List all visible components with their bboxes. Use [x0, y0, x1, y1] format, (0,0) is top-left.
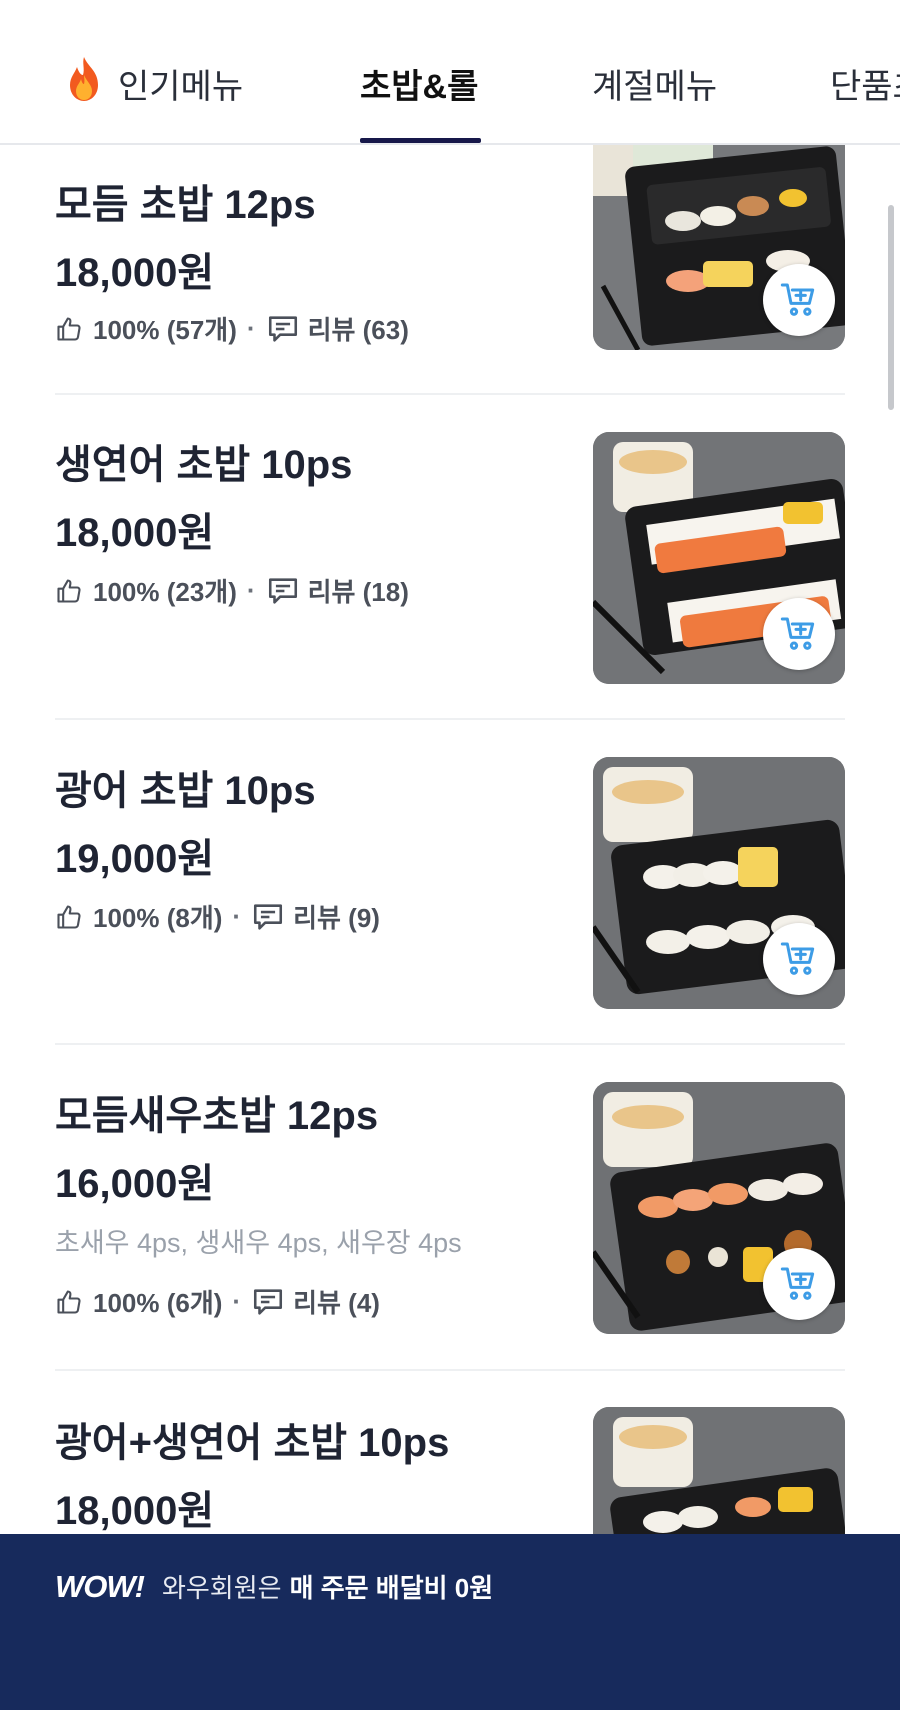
add-to-cart-button[interactable]	[763, 923, 835, 995]
menu-item[interactable]: 광어+생연어 초밥 10ps 18,000원	[55, 1372, 845, 1534]
like-rate: 100% (6개)	[93, 1288, 223, 1318]
menu-item-meta: 100% (6개) · 리뷰 (4)	[55, 1283, 380, 1320]
menu-list: 모듬 초밥 12ps 18,000원 100% (57개) · 리뷰 (63)	[0, 0, 900, 1710]
menu-item[interactable]: 모듬 초밥 12ps 18,000원 100% (57개) · 리뷰 (63)	[55, 136, 845, 380]
tab-seasonal[interactable]: 계절메뉴	[592, 58, 717, 108]
cart-plus-icon	[780, 942, 815, 975]
separator-dot: ·	[246, 313, 256, 343]
cart-plus-icon	[780, 1267, 815, 1300]
tab-label: 초밥&롤	[360, 67, 479, 106]
like-rate: 100% (57개)	[93, 315, 237, 345]
cart-plus-icon	[780, 617, 815, 650]
divider	[55, 1043, 845, 1045]
menu-item-price: 18,000원	[55, 511, 215, 555]
menu-item-price: 18,000원	[55, 1489, 215, 1533]
thumbs-up-icon	[55, 577, 83, 605]
tab-label: 단품초	[830, 67, 900, 106]
menu-item[interactable]: 생연어 초밥 10ps 18,000원 100% (23개) · 리뷰 (18)	[55, 398, 845, 708]
menu-item-name: 광어 초밥 10ps	[55, 769, 316, 813]
menu-item-price: 18,000원	[55, 251, 215, 295]
add-to-cart-button[interactable]	[763, 1248, 835, 1320]
review-count[interactable]: 리뷰 (9)	[293, 898, 380, 935]
tab-label: 인기메뉴	[118, 67, 244, 106]
review-icon	[266, 574, 300, 608]
menu-item-image[interactable]	[593, 757, 845, 1009]
menu-item[interactable]: 광어 초밥 10ps 19,000원 100% (8개) · 리뷰 (9)	[55, 722, 845, 1032]
category-tab-bar: 인기메뉴 초밥&롤 계절메뉴 단품초	[0, 0, 900, 145]
menu-item-name: 생연어 초밥 10ps	[55, 443, 353, 487]
review-icon	[251, 1285, 285, 1319]
review-count[interactable]: 리뷰 (18)	[308, 572, 409, 609]
menu-item-name: 모듬새우초밥 12ps	[55, 1094, 379, 1138]
separator-dot: ·	[232, 1286, 242, 1316]
menu-item-image[interactable]	[593, 136, 845, 350]
menu-item-image[interactable]	[593, 1082, 845, 1334]
tab-popular[interactable]: 인기메뉴	[64, 56, 244, 108]
divider	[55, 718, 845, 720]
cart-plus-icon	[780, 283, 815, 316]
menu-item-image[interactable]	[593, 1407, 845, 1534]
wow-membership-banner[interactable]: WOW! 와우회원은 매 주문 배달비 0원	[0, 1534, 900, 1710]
menu-item-meta: 100% (8개) · 리뷰 (9)	[55, 898, 380, 935]
like-rate: 100% (23개)	[93, 577, 237, 607]
tab-single-item[interactable]: 단품초	[830, 58, 900, 108]
menu-item-price: 19,000원	[55, 837, 215, 881]
fire-icon	[64, 55, 118, 112]
banner-highlight: 매 주문 배달비 0원	[289, 1573, 494, 1603]
add-to-cart-button[interactable]	[763, 598, 835, 670]
tab-sushi-roll[interactable]: 초밥&롤	[360, 58, 478, 108]
menu-item-name: 광어+생연어 초밥 10ps	[55, 1421, 450, 1465]
banner-text: 와우회원은	[161, 1573, 282, 1603]
separator-dot: ·	[232, 901, 242, 931]
divider	[55, 393, 845, 395]
wow-logo: WOW!	[55, 1568, 145, 1604]
separator-dot: ·	[246, 575, 256, 605]
review-count[interactable]: 리뷰 (63)	[308, 310, 409, 347]
add-to-cart-button[interactable]	[763, 264, 835, 336]
banner-content: WOW! 와우회원은 매 주문 배달비 0원	[55, 1568, 493, 1605]
active-tab-indicator	[360, 138, 481, 143]
scrollbar[interactable]	[888, 205, 894, 410]
menu-item-meta: 100% (57개) · 리뷰 (63)	[55, 310, 409, 347]
divider	[55, 1369, 845, 1371]
menu-item-image[interactable]	[593, 432, 845, 684]
menu-item-meta: 100% (23개) · 리뷰 (18)	[55, 572, 409, 609]
menu-item-name: 모듬 초밥 12ps	[55, 183, 316, 227]
like-rate: 100% (8개)	[93, 903, 223, 933]
thumbs-up-icon	[55, 1288, 83, 1316]
review-icon	[251, 900, 285, 934]
menu-item-description: 초새우 4ps, 생새우 4ps, 새우장 4ps	[55, 1228, 462, 1258]
thumbs-up-icon	[55, 315, 83, 343]
thumbs-up-icon	[55, 903, 83, 931]
tab-label: 계절메뉴	[592, 67, 718, 106]
menu-item-price: 16,000원	[55, 1162, 215, 1206]
review-count[interactable]: 리뷰 (4)	[293, 1283, 380, 1320]
menu-item[interactable]: 모듬새우초밥 12ps 16,000원 초새우 4ps, 생새우 4ps, 새우…	[55, 1047, 845, 1357]
review-icon	[266, 312, 300, 346]
